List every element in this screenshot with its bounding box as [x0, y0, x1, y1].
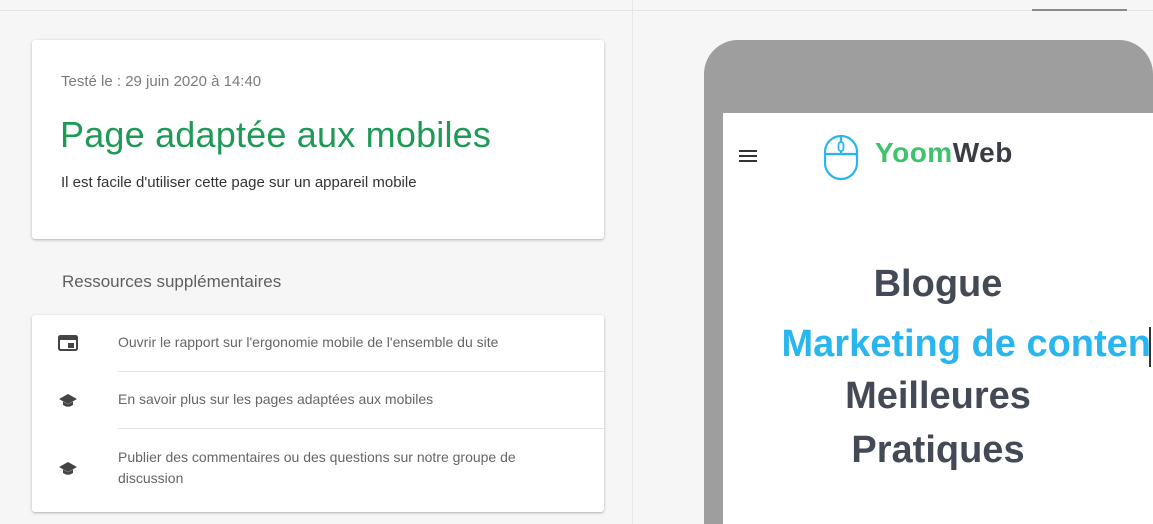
- verdict-description: Il est facile d'utiliser cette page sur …: [61, 174, 417, 191]
- resource-label: En savoir plus sur les pages adaptées au…: [118, 391, 434, 407]
- result-card: Testé le : 29 juin 2020 à 14:40 Page ada…: [32, 40, 604, 239]
- resource-label: Publier des commentaires ou des question…: [118, 449, 516, 486]
- top-divider: [0, 10, 1153, 11]
- resources-title: Ressources supplémentaires: [62, 272, 282, 291]
- resource-label: Ouvrir le rapport sur l'ergonomie mobile…: [118, 334, 499, 350]
- logo-part-web: Web: [952, 137, 1013, 168]
- hamburger-menu-icon[interactable]: [739, 150, 757, 162]
- mobile-preview-screen[interactable]: YoomWeb Blogue Marketing de conten Meill…: [723, 113, 1153, 524]
- verdict-title: Page adaptée aux mobiles: [60, 114, 492, 155]
- resource-item-discussion-group[interactable]: Publier des commentaires ou des question…: [32, 429, 604, 512]
- panel-divider: [632, 0, 633, 524]
- report-icon: [58, 335, 78, 351]
- resources-card: Ouvrir le rapport sur l'ergonomie mobile…: [32, 315, 604, 512]
- logo-part-yoom: Yoom: [875, 137, 953, 168]
- headline-line-2: Marketing de conten: [781, 323, 1152, 365]
- text-caret: [1149, 327, 1151, 367]
- headline-line-1: Blogue: [873, 263, 1003, 305]
- test-date: Testé le : 29 juin 2020 à 14:40: [61, 73, 262, 90]
- resource-item-learn-more[interactable]: En savoir plus sur les pages adaptées au…: [32, 372, 604, 429]
- resource-item-site-report[interactable]: Ouvrir le rapport sur l'ergonomie mobile…: [32, 315, 604, 372]
- mouse-icon: [823, 134, 859, 181]
- headline-line-3: Meilleures: [845, 375, 1031, 417]
- logo-wordmark: YoomWeb: [875, 137, 1013, 169]
- graduation-cap-icon: [59, 462, 77, 475]
- tab-indicator: [1032, 9, 1127, 11]
- headline-line-4: Pratiques: [851, 429, 1025, 471]
- graduation-cap-icon: [59, 394, 77, 407]
